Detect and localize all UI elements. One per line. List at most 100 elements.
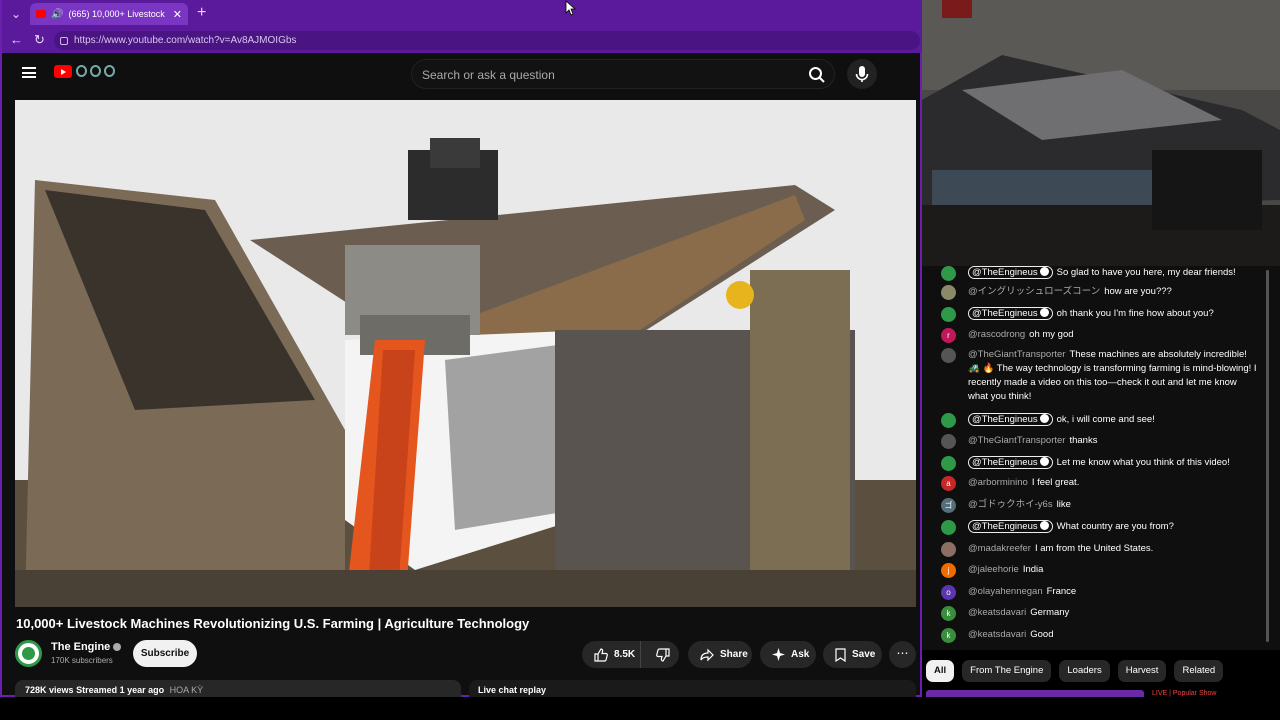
chat-author[interactable]: @jaleehorie bbox=[968, 564, 1019, 575]
chat-avatar[interactable]: o bbox=[941, 585, 956, 600]
video-player[interactable] bbox=[15, 100, 916, 607]
chat-message[interactable]: k @keatsdavari Good bbox=[941, 628, 1271, 643]
chat-author[interactable]: @keatsdavari bbox=[968, 629, 1026, 640]
chat-message[interactable]: @TheEngineus Let me know what you think o… bbox=[941, 456, 1271, 471]
chat-author[interactable]: @イングリッシュローズコーン bbox=[968, 286, 1100, 297]
tab-menu-chevron-icon[interactable]: ⌄ bbox=[6, 4, 26, 24]
browser-tab[interactable]: 🔊 (665) 10,000+ Livestock Machi ✕ bbox=[30, 3, 188, 25]
filter-chip[interactable]: Harvest bbox=[1117, 660, 1167, 682]
site-info-icon[interactable] bbox=[60, 36, 68, 45]
chat-message[interactable]: @TheGiantTransporter thanks bbox=[941, 434, 1271, 449]
chat-avatar[interactable] bbox=[941, 520, 956, 535]
chat-message[interactable]: ゴ @ゴドゥクホイ-y6s like bbox=[941, 498, 1271, 513]
menu-icon[interactable] bbox=[22, 67, 36, 78]
reload-icon[interactable]: ↻ bbox=[34, 32, 45, 48]
chat-message[interactable]: r @rascodrong oh my god bbox=[941, 328, 1271, 343]
chat-avatar[interactable]: ゴ bbox=[941, 498, 956, 513]
chat-message[interactable]: @madakreefer I am from the United States. bbox=[941, 542, 1271, 557]
chat-scrollbar[interactable] bbox=[1266, 270, 1269, 642]
chat-avatar[interactable]: j bbox=[941, 563, 956, 578]
chat-author[interactable]: @TheGiantTransporter bbox=[968, 435, 1065, 446]
stream-date: Streamed 1 year ago bbox=[76, 685, 165, 695]
chat-author[interactable]: @olayahennegan bbox=[968, 586, 1043, 597]
chat-avatar[interactable] bbox=[941, 434, 956, 449]
filter-chip[interactable]: From The Engine bbox=[962, 660, 1052, 682]
chat-message[interactable]: @TheEngineus So glad to have you here, my… bbox=[941, 266, 1271, 281]
chat-author[interactable]: @arborminino bbox=[968, 477, 1028, 488]
chat-message-body: @ゴドゥクホイ-y6s like bbox=[968, 498, 1258, 512]
chat-text: I feel great. bbox=[1031, 477, 1080, 488]
chat-avatar[interactable] bbox=[941, 307, 956, 322]
filter-chip[interactable]: All bbox=[926, 660, 955, 682]
chat-author[interactable]: @rascodrong bbox=[968, 329, 1025, 340]
like-button[interactable]: 8.5K bbox=[582, 641, 641, 668]
chat-avatar[interactable]: k bbox=[941, 606, 956, 621]
chat-message[interactable]: o @olayahennegan France bbox=[941, 585, 1271, 600]
subscribe-button[interactable]: Subscribe bbox=[133, 640, 197, 667]
dislike-button[interactable] bbox=[647, 641, 680, 668]
ask-button[interactable]: Ask bbox=[760, 641, 816, 668]
chat-author[interactable]: @TheEngineus bbox=[968, 266, 1053, 279]
search-icon[interactable] bbox=[808, 66, 826, 84]
chat-avatar[interactable]: r bbox=[941, 328, 956, 343]
chat-message[interactable]: j @jaleehorie India bbox=[941, 563, 1271, 578]
description-box[interactable]: 728K views Streamed 1 year ago HOA KỲ bbox=[15, 680, 461, 697]
chat-avatar[interactable] bbox=[941, 542, 956, 557]
share-button[interactable]: Share bbox=[688, 641, 752, 668]
youtube-logo[interactable] bbox=[54, 65, 72, 78]
live-chat-replay-header[interactable]: Live chat replay bbox=[469, 680, 916, 697]
channel-avatar[interactable] bbox=[15, 640, 42, 667]
filter-chip[interactable]: Related bbox=[1174, 660, 1224, 682]
chat-message-body: @TheEngineus So glad to have you here, my… bbox=[968, 266, 1258, 280]
chat-message[interactable]: a @arborminino I feel great. bbox=[941, 476, 1271, 491]
location-tag[interactable]: HOA KỲ bbox=[170, 685, 204, 695]
chat-avatar[interactable] bbox=[941, 413, 956, 428]
url-field[interactable]: https://www.youtube.com/watch?v=Av8AJMOI… bbox=[54, 31, 920, 50]
new-tab-icon[interactable]: + bbox=[197, 4, 206, 22]
search-input[interactable] bbox=[422, 66, 792, 84]
chat-author[interactable]: @TheEngineus bbox=[968, 413, 1053, 426]
chat-message[interactable]: @TheGiantTransporter These machines are a… bbox=[941, 348, 1271, 404]
chat-message[interactable]: @TheEngineus oh thank you I'm fine how ab… bbox=[941, 307, 1271, 322]
chat-message[interactable]: @TheEngineus What country are you from? bbox=[941, 520, 1271, 535]
chat-avatar[interactable]: a bbox=[941, 476, 956, 491]
chat-author[interactable]: @keatsdavari bbox=[968, 607, 1026, 618]
chat-message[interactable]: @イングリッシュローズコーン how are you??? bbox=[941, 285, 1271, 300]
more-actions-icon[interactable]: ⋯ bbox=[889, 641, 916, 668]
related-video-title[interactable]: LIVE | Popular Show bbox=[1152, 690, 1216, 697]
chat-author[interactable]: @ゴドゥクホイ-y6s bbox=[968, 499, 1053, 510]
chat-text: oh my god bbox=[1029, 329, 1074, 340]
save-button[interactable]: Save bbox=[823, 641, 882, 668]
speaker-icon[interactable]: 🔊 bbox=[51, 9, 63, 20]
chat-author[interactable]: @madakreefer bbox=[968, 543, 1031, 554]
live-chat-panel: @TheEngineus So glad to have you here, my… bbox=[922, 266, 1280, 650]
chat-text: What country are you from? bbox=[1056, 521, 1174, 532]
chat-author[interactable]: @TheEngineus bbox=[968, 520, 1053, 533]
chat-avatar[interactable] bbox=[941, 285, 956, 300]
webcam-scene bbox=[922, 0, 1280, 266]
filter-chip[interactable]: Loaders bbox=[1059, 660, 1110, 682]
chat-author[interactable]: @TheGiantTransporter bbox=[968, 349, 1065, 360]
chat-message[interactable]: k @keatsdavari Germany bbox=[941, 606, 1271, 621]
chat-avatar[interactable] bbox=[941, 266, 956, 281]
verified-check-icon bbox=[1039, 457, 1049, 466]
voice-search-button[interactable] bbox=[847, 59, 877, 89]
bookmark-icon bbox=[835, 647, 846, 662]
related-video-preview[interactable]: LIVE | Popular Show bbox=[926, 690, 1280, 697]
verified-check-icon bbox=[1039, 521, 1049, 530]
chat-author[interactable]: @TheEngineus bbox=[968, 307, 1053, 320]
chat-author-name: @TheEngineus bbox=[972, 457, 1038, 468]
channel-name[interactable]: The Engine bbox=[51, 641, 122, 653]
chat-avatar[interactable]: k bbox=[941, 628, 956, 643]
chat-message[interactable]: @TheEngineus ok, i will come and see! bbox=[941, 413, 1271, 428]
related-video-thumbnail[interactable] bbox=[926, 690, 1144, 697]
doodle-logo[interactable] bbox=[76, 65, 115, 77]
chat-avatar[interactable] bbox=[941, 456, 956, 471]
like-dislike-group: 8.5K bbox=[582, 641, 679, 668]
chat-author-name: @jaleehorie bbox=[968, 564, 1019, 575]
chat-author-name: @TheEngineus bbox=[972, 308, 1038, 319]
back-arrow-icon[interactable]: ← bbox=[10, 32, 23, 47]
close-tab-icon[interactable]: ✕ bbox=[173, 8, 182, 21]
chat-avatar[interactable] bbox=[941, 348, 956, 363]
chat-author[interactable]: @TheEngineus bbox=[968, 456, 1053, 469]
